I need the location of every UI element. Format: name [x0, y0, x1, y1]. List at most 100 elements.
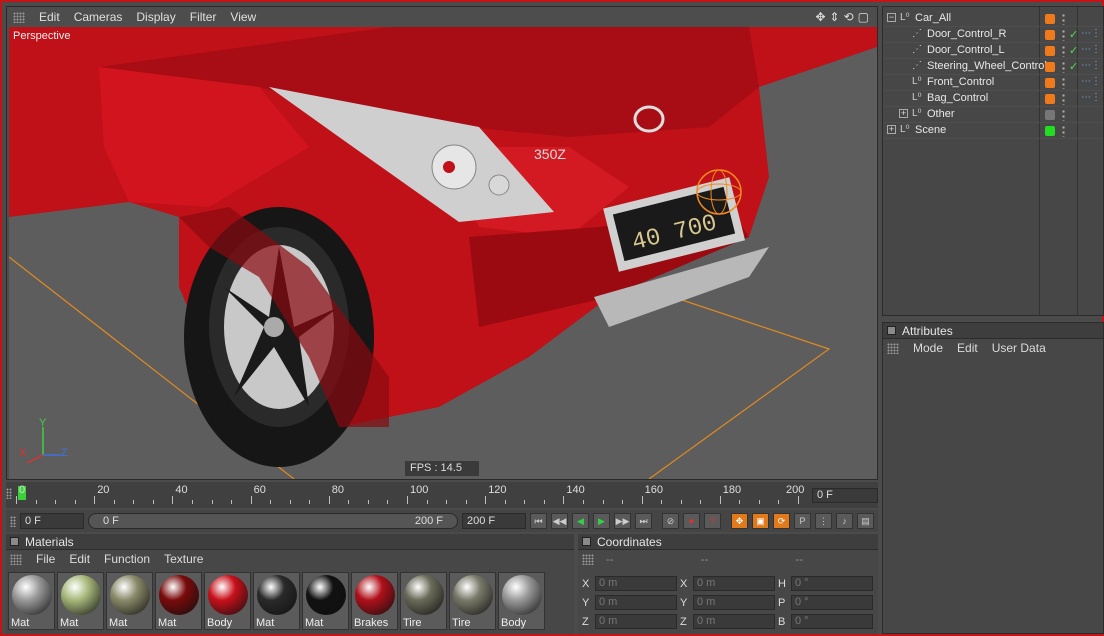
next-key-icon[interactable]: ▶▶: [614, 513, 631, 529]
enabled-check-icon[interactable]: ✓: [1069, 60, 1078, 73]
material-swatch[interactable]: Mat: [253, 572, 300, 630]
menu-display[interactable]: Display: [136, 10, 175, 24]
panel-grip-icon[interactable]: [13, 11, 25, 23]
material-swatch[interactable]: Mat: [155, 572, 202, 630]
visibility-dots-icon[interactable]: [1061, 61, 1066, 73]
attr-menu-user-data[interactable]: User Data: [992, 341, 1046, 355]
coordinate-field[interactable]: 0 m: [595, 595, 677, 610]
visibility-dots-icon[interactable]: [1061, 29, 1066, 41]
menu-cameras[interactable]: Cameras: [74, 10, 123, 24]
object-name[interactable]: Other: [927, 108, 955, 120]
object-name[interactable]: Scene: [915, 124, 946, 136]
rotate-key-icon[interactable]: ⟳: [773, 513, 790, 529]
panel-square-icon[interactable]: [887, 326, 896, 335]
coordinate-field[interactable]: 0 m: [595, 576, 677, 591]
layer-color-tag[interactable]: [1045, 94, 1055, 104]
sound-icon[interactable]: ♪: [836, 513, 853, 529]
object-name[interactable]: Steering_Wheel_Control: [927, 60, 1047, 72]
mat-menu-texture[interactable]: Texture: [164, 552, 203, 566]
current-frame-field[interactable]: 0 F: [812, 488, 878, 503]
expand-icon[interactable]: +: [899, 109, 908, 118]
zoom-icon[interactable]: ⇕: [830, 10, 840, 24]
move-key-icon[interactable]: ✥: [731, 513, 748, 529]
rotate-icon[interactable]: ⟲: [844, 10, 854, 24]
visibility-dots-icon[interactable]: [1061, 93, 1066, 105]
visibility-dots-icon[interactable]: [1061, 45, 1066, 57]
coord-grip-icon[interactable]: [582, 553, 594, 565]
mat-menu-file[interactable]: File: [36, 552, 55, 566]
menu-grip-icon[interactable]: [10, 553, 22, 565]
range-slider[interactable]: 0 F 200 F: [88, 513, 458, 529]
object-row[interactable]: L⁰ Front_Control ⋯⋮: [883, 75, 1103, 91]
coordinate-field[interactable]: 0 m: [693, 614, 775, 629]
mat-menu-function[interactable]: Function: [104, 552, 150, 566]
prev-key-icon[interactable]: ◀◀: [551, 513, 568, 529]
panel-square-icon[interactable]: [582, 537, 591, 546]
layer-color-tag[interactable]: [1045, 30, 1055, 40]
go-start-icon[interactable]: ⏮: [530, 513, 547, 529]
attr-menu-edit[interactable]: Edit: [957, 341, 978, 355]
object-row[interactable]: ⋰ Door_Control_L ✓ ⋯⋮: [883, 43, 1103, 59]
menu-view[interactable]: View: [230, 10, 256, 24]
material-swatch[interactable]: Mat: [106, 572, 153, 630]
param-key-icon[interactable]: P: [794, 513, 811, 529]
layer-color-tag[interactable]: [1045, 46, 1055, 56]
material-swatch[interactable]: Mat: [57, 572, 104, 630]
coordinate-field[interactable]: 0 m: [693, 576, 775, 591]
play-forward-icon[interactable]: ▶: [593, 513, 610, 529]
expression-tag-icon[interactable]: ⋯⋮: [1081, 76, 1101, 87]
object-name[interactable]: Door_Control_L: [927, 44, 1005, 56]
enabled-check-icon[interactable]: ✓: [1069, 44, 1078, 57]
coord-mode-rotation[interactable]: --: [783, 552, 878, 566]
menu-edit[interactable]: Edit: [39, 10, 60, 24]
layer-color-tag[interactable]: [1045, 110, 1055, 120]
expression-tag-icon[interactable]: ⋯⋮: [1081, 60, 1101, 71]
layer-color-tag[interactable]: [1045, 62, 1055, 72]
attr-menu-mode[interactable]: Mode: [913, 341, 943, 355]
expression-tag-icon[interactable]: ⋯⋮: [1081, 44, 1101, 55]
layer-color-tag[interactable]: [1045, 14, 1055, 24]
object-row[interactable]: − L⁰ Car_All: [883, 11, 1103, 27]
object-row[interactable]: L⁰ Bag_Control ⋯⋮: [883, 91, 1103, 107]
expression-tag-icon[interactable]: ⋯⋮: [1081, 28, 1101, 39]
mat-menu-edit[interactable]: Edit: [69, 552, 90, 566]
pla-key-icon[interactable]: ⋮: [815, 513, 832, 529]
scale-key-icon[interactable]: ▣: [752, 513, 769, 529]
coordinate-field[interactable]: 0 m: [595, 614, 677, 629]
object-name[interactable]: Bag_Control: [927, 92, 988, 104]
record-icon[interactable]: ⏺: [683, 513, 700, 529]
end-frame-field[interactable]: 200 F: [462, 513, 526, 529]
timeline-ruler[interactable]: 0 20 40 60 80 100 120 140 160 180 200 0 F: [6, 482, 878, 508]
visibility-dots-icon[interactable]: [1061, 109, 1066, 121]
coord-mode-position[interactable]: --: [594, 552, 689, 566]
expand-icon[interactable]: −: [887, 13, 896, 22]
material-swatch[interactable]: Body: [204, 572, 251, 630]
doc-icon[interactable]: ▤: [857, 513, 874, 529]
move-icon[interactable]: ✥: [815, 10, 825, 24]
material-swatch[interactable]: Brakes: [351, 572, 398, 630]
coordinate-field[interactable]: 0 °: [791, 576, 873, 591]
go-end-icon[interactable]: ⏭: [635, 513, 652, 529]
menu-filter[interactable]: Filter: [190, 10, 217, 24]
timeline-ticks[interactable]: 0 20 40 60 80 100 120 140 160 180 200: [16, 482, 804, 508]
maximize-icon[interactable]: ▢: [858, 10, 869, 24]
visibility-dots-icon[interactable]: [1061, 77, 1066, 89]
help-icon[interactable]: ?: [704, 513, 721, 529]
panel-square-icon[interactable]: [10, 537, 19, 546]
layer-color-tag[interactable]: [1045, 78, 1055, 88]
object-name[interactable]: Front_Control: [927, 76, 994, 88]
object-row[interactable]: ⋰ Steering_Wheel_Control ✓ ⋯⋮: [883, 59, 1103, 75]
object-row[interactable]: + L⁰ Other: [883, 107, 1103, 123]
material-swatch[interactable]: Mat: [8, 572, 55, 630]
coordinate-field[interactable]: 0 m: [693, 595, 775, 610]
object-row[interactable]: ⋰ Door_Control_R ✓ ⋯⋮: [883, 27, 1103, 43]
play-backward-icon[interactable]: ◀: [572, 513, 589, 529]
coordinate-field[interactable]: 0 °: [791, 595, 873, 610]
object-name[interactable]: Door_Control_R: [927, 28, 1006, 40]
attr-grip-icon[interactable]: [887, 342, 899, 354]
layer-color-tag[interactable]: [1045, 126, 1055, 136]
material-swatch[interactable]: Body: [498, 572, 545, 630]
object-row[interactable]: + L⁰ Scene: [883, 123, 1103, 139]
material-swatch[interactable]: Tire: [449, 572, 496, 630]
object-name[interactable]: Car_All: [915, 12, 951, 24]
